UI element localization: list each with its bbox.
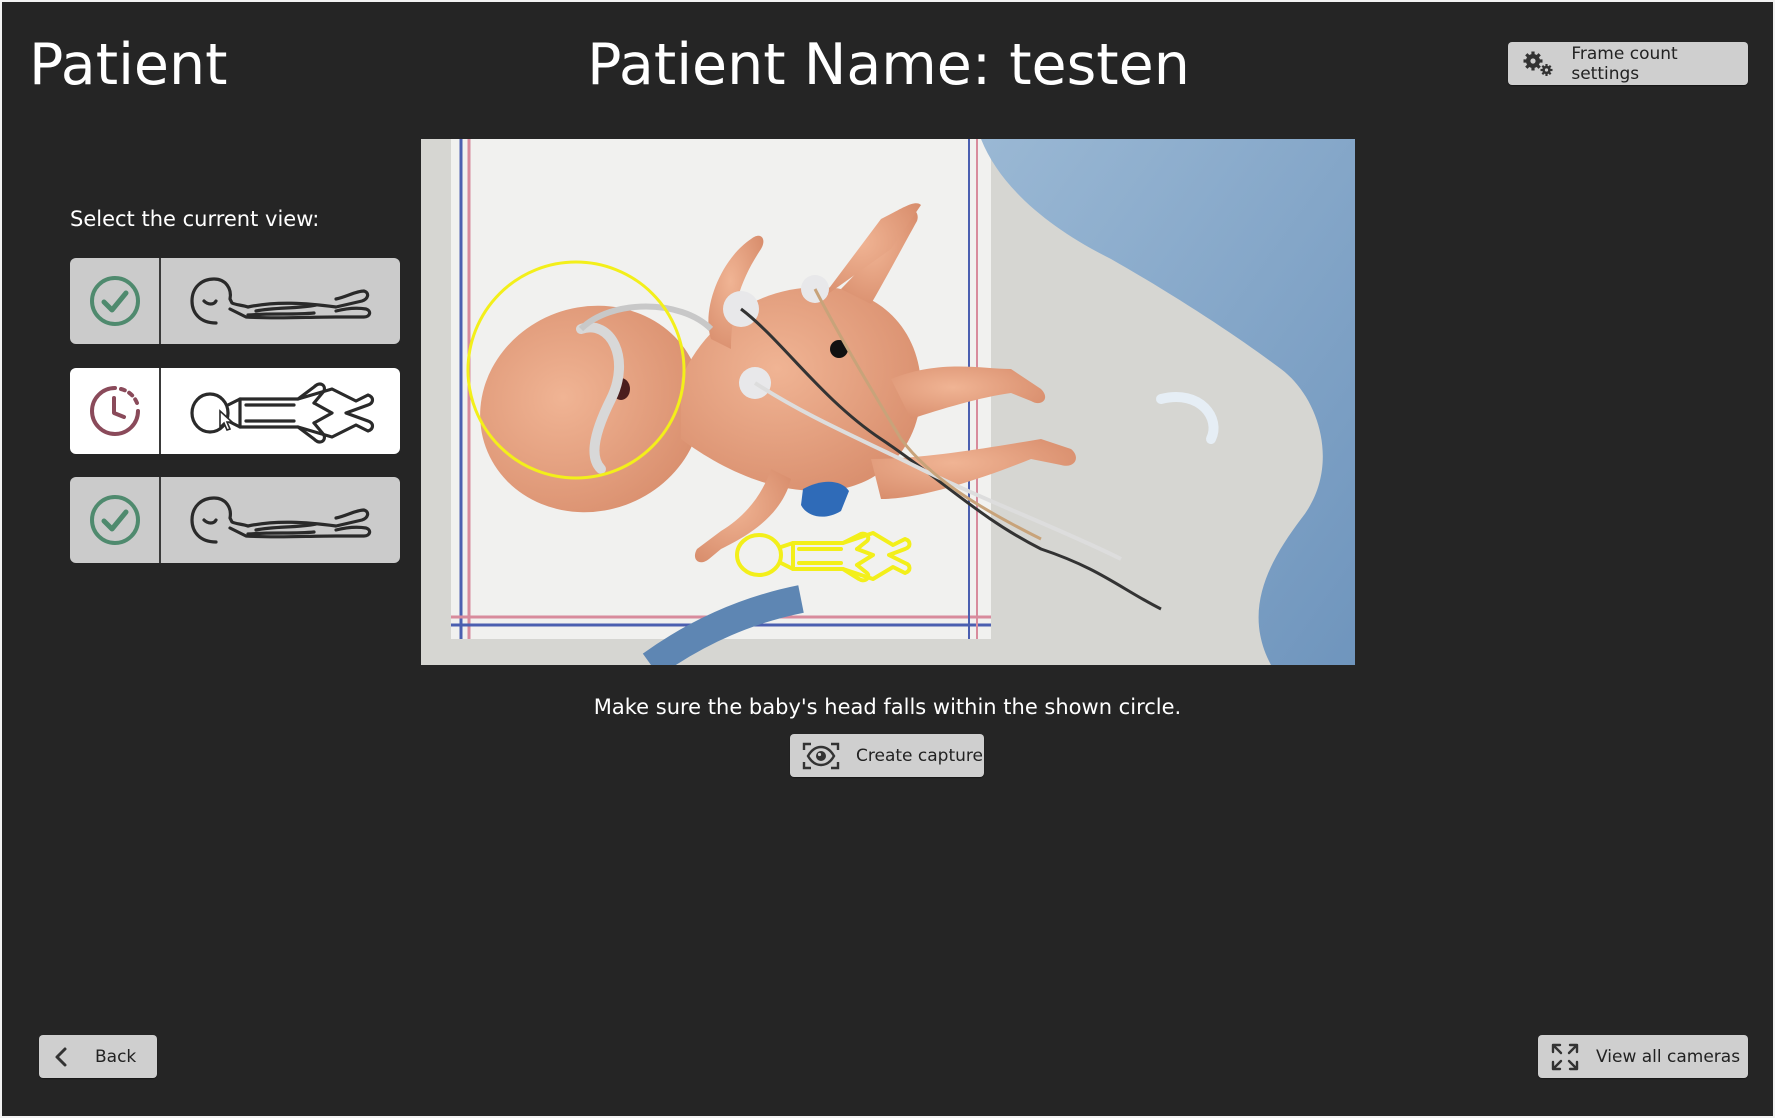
back-button[interactable]: Back (39, 1035, 157, 1078)
frame-count-settings-label: Frame count settings (1571, 43, 1678, 84)
view-all-cameras-button[interactable]: View all cameras (1538, 1035, 1748, 1078)
side-lying-pose-icon (189, 496, 371, 544)
view-status (70, 368, 161, 454)
view-option-supine[interactable] (70, 368, 400, 454)
pose-image (161, 258, 400, 344)
camera-image (421, 139, 1355, 665)
instruction-text: Make sure the baby's head falls within t… (593, 695, 1182, 719)
app-screen: Patient Patient Name: testen Frame count… (2, 2, 1773, 1116)
supine-pose-icon (189, 382, 374, 444)
pose-image (161, 368, 400, 454)
create-capture-button[interactable]: Create capture (790, 734, 984, 777)
frame-count-settings-button[interactable]: Frame count settings (1508, 42, 1748, 85)
patient-name-text: Patient Name: testen (587, 32, 1190, 98)
view-option-side-1[interactable] (70, 258, 400, 344)
select-view-label: Select the current view: (70, 207, 320, 231)
back-label: Back (95, 1046, 137, 1067)
view-status (70, 477, 161, 563)
pose-image (161, 477, 400, 563)
clock-icon (89, 386, 140, 436)
gears-icon (1518, 49, 1557, 79)
view-status (70, 258, 161, 344)
view-option-side-2[interactable] (70, 477, 400, 563)
view-all-cameras-label: View all cameras (1596, 1046, 1741, 1067)
create-capture-label: Create capture (856, 745, 983, 766)
chevron-left-icon (49, 1044, 75, 1070)
eye-icon (802, 741, 840, 771)
expand-icon (1550, 1042, 1580, 1072)
side-lying-pose-icon (189, 277, 371, 325)
check-circle-icon (89, 495, 140, 545)
check-circle-icon (89, 276, 140, 326)
camera-feed (421, 139, 1355, 665)
